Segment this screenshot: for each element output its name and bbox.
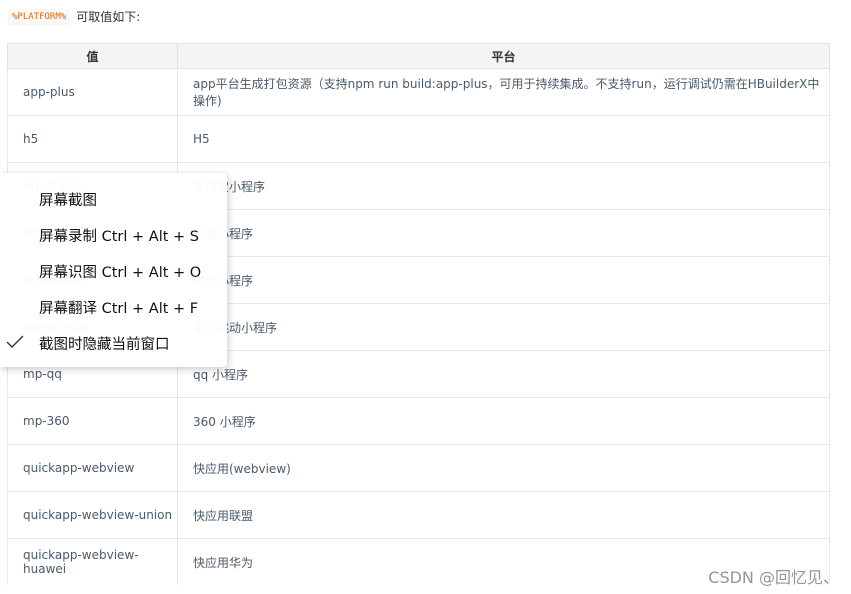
cell-value: quickapp-webview-huawei [7,538,178,585]
menu-item-screen-translate[interactable]: 屏幕翻译 Ctrl + Alt + F [0,289,227,325]
menu-item-screen-record[interactable]: 屏幕录制 Ctrl + Alt + S [0,217,227,253]
intro-text: 可取值如下: [76,10,141,24]
table-row: quickapp-webview-huawei 快应用华为 [7,538,830,585]
page: %PLATFORM% 可取值如下: 值 平台 app-plus app平台生成打… [0,0,851,594]
header-value: 值 [7,43,178,69]
cell-value: mp-360 [7,397,178,445]
table-row: app-plus app平台生成打包资源（支持npm run build:app… [7,68,830,116]
menu-item-label: 屏幕录制 Ctrl + Alt + S [39,228,199,245]
cell-platform: H5 [177,115,830,163]
cell-platform: 快应用(webview) [177,444,830,492]
table-header-row: 值 平台 [7,43,830,69]
table-row: mp-360 360 小程序 [7,397,830,445]
table-row: quickapp-webview-union 快应用联盟 [7,491,830,539]
table-row: h5 H5 [7,115,830,163]
cell-platform: 快应用联盟 [177,491,830,539]
cell-platform: 微信小程序 [177,256,830,304]
menu-item-screenshot[interactable]: 屏幕截图 [0,181,227,217]
cell-platform: 字节跳动小程序 [177,303,830,351]
menu-item-label: 屏幕识图 Ctrl + Alt + O [39,264,202,281]
cell-platform: 支付宝小程序 [177,162,830,210]
cell-value: h5 [7,115,178,163]
platform-code-chip: %PLATFORM% [8,8,71,25]
header-platform: 平台 [177,43,830,69]
checkmark-icon [6,335,24,348]
screenshot-context-menu: 屏幕截图 屏幕录制 Ctrl + Alt + S 屏幕识图 Ctrl + Alt… [0,173,227,367]
menu-item-hide-window[interactable]: 截图时隐藏当前窗口 [0,325,227,361]
csdn-watermark: CSDN @回忆见、 [708,568,839,587]
intro-line: %PLATFORM% 可取值如下: [8,8,140,25]
table-row: quickapp-webview 快应用(webview) [7,444,830,492]
menu-item-label: 截图时隐藏当前窗口 [39,336,170,353]
cell-platform: app平台生成打包资源（支持npm run build:app-plus，可用于… [177,68,830,116]
cell-value: app-plus [7,68,178,116]
menu-item-label: 屏幕截图 [39,192,97,209]
menu-item-screen-ocr[interactable]: 屏幕识图 Ctrl + Alt + O [0,253,227,289]
cell-platform: 百度小程序 [177,209,830,257]
cell-platform: qq 小程序 [177,350,830,398]
cell-value: quickapp-webview-union [7,491,178,539]
cell-value: quickapp-webview [7,444,178,492]
menu-item-label: 屏幕翻译 Ctrl + Alt + F [39,300,199,317]
cell-platform: 360 小程序 [177,397,830,445]
